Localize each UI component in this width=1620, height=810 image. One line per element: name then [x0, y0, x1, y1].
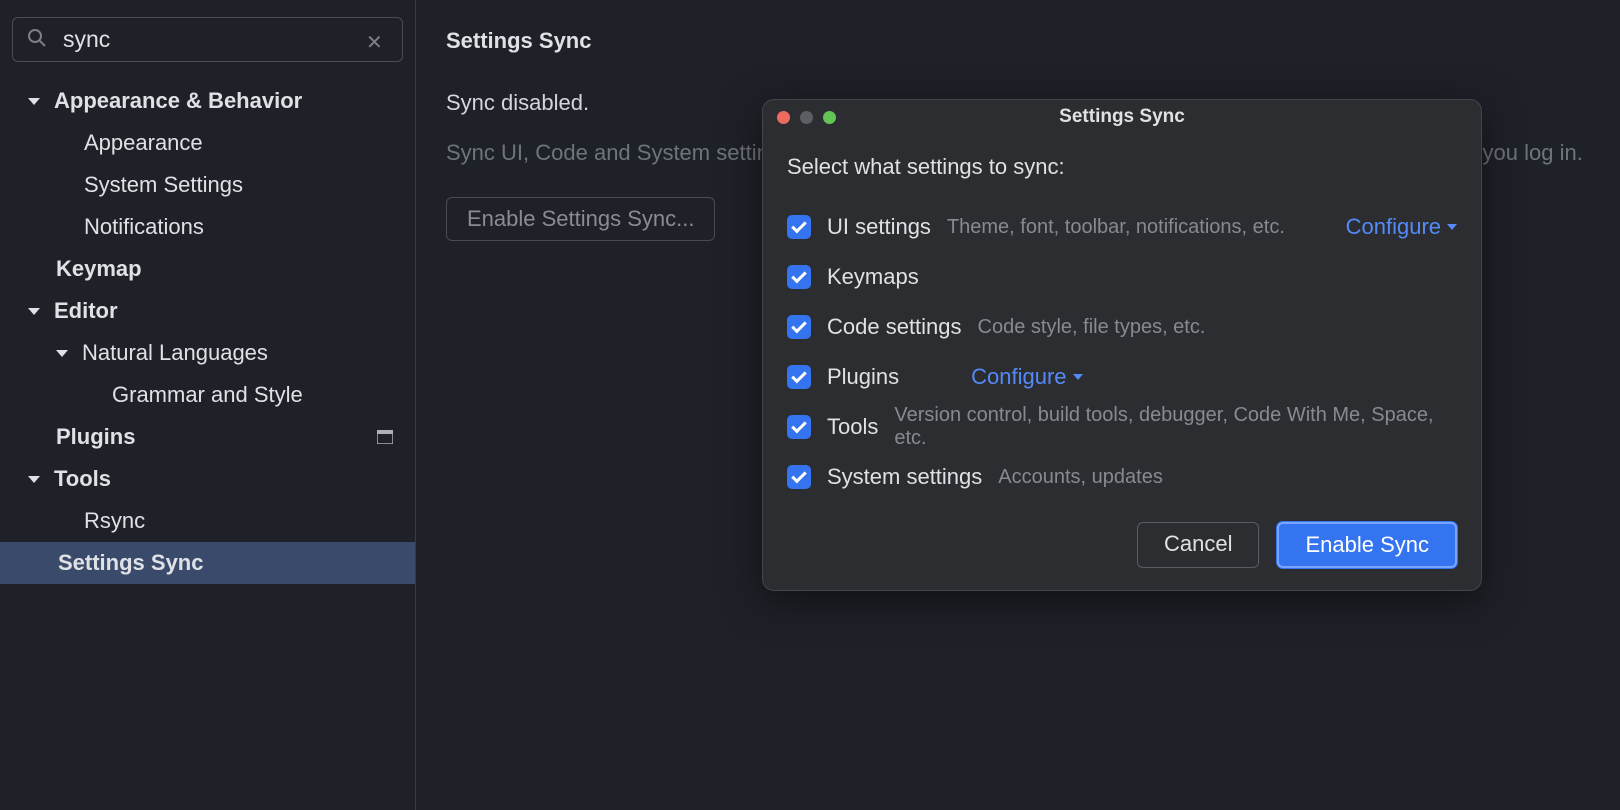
dialog-body: Select what settings to sync: UI setting…	[763, 134, 1481, 590]
sidebar-item-label: Plugins	[56, 424, 135, 450]
checkbox-label: Plugins	[827, 364, 899, 390]
configure-plugins-link[interactable]: Configure	[971, 364, 1082, 390]
chevron-down-icon	[28, 476, 40, 483]
project-icon	[377, 430, 393, 444]
checkbox-label: Code settings	[827, 314, 962, 340]
checkbox-hint: Theme, font, toolbar, notifications, etc…	[947, 216, 1285, 239]
check-icon	[791, 418, 807, 434]
check-icon	[791, 268, 807, 284]
sidebar-item-natural-languages[interactable]: Natural Languages	[0, 332, 415, 374]
dialog-title: Settings Sync	[763, 106, 1481, 128]
sidebar-item-label: Tools	[54, 466, 111, 492]
checkbox-tools[interactable]	[787, 415, 811, 439]
sidebar-item-label: Appearance	[84, 130, 203, 156]
clear-icon[interactable]: ✕	[366, 30, 383, 55]
checkbox-hint: Version control, build tools, debugger, …	[894, 404, 1457, 450]
dialog-footer: Cancel Enable Sync	[787, 502, 1457, 568]
checkbox-hint: Code style, file types, etc.	[978, 316, 1206, 339]
sidebar-item-appearance[interactable]: Appearance	[0, 122, 415, 164]
dialog-titlebar: Settings Sync	[763, 100, 1481, 134]
settings-sync-dialog: Settings Sync Select what settings to sy…	[762, 99, 1482, 591]
sidebar-item-system-settings[interactable]: System Settings	[0, 164, 415, 206]
sidebar-item-tools[interactable]: Tools	[0, 458, 415, 500]
check-icon	[791, 468, 807, 484]
search-icon	[27, 28, 47, 53]
checkbox-plugins[interactable]	[787, 365, 811, 389]
checkbox-label: System settings	[827, 464, 982, 490]
chevron-down-icon	[28, 98, 40, 105]
settings-sidebar: ✕ Appearance & Behavior Appearance Syste…	[0, 0, 416, 810]
sidebar-item-label: Settings Sync	[58, 550, 203, 576]
check-icon	[791, 218, 807, 234]
sidebar-item-rsync[interactable]: Rsync	[0, 500, 415, 542]
sidebar-item-label: System Settings	[84, 172, 243, 198]
checkbox-ui-settings[interactable]	[787, 215, 811, 239]
sync-option-keymaps: Keymaps	[787, 252, 1457, 302]
sidebar-item-label: Rsync	[84, 508, 145, 534]
checkbox-code-settings[interactable]	[787, 315, 811, 339]
sidebar-item-keymap[interactable]: Keymap	[0, 248, 415, 290]
checkbox-label: Tools	[827, 414, 878, 440]
checkbox-hint: Accounts, updates	[998, 466, 1163, 489]
check-icon	[791, 368, 807, 384]
sync-option-system-settings: System settings Accounts, updates	[787, 452, 1457, 502]
chevron-down-icon	[1447, 224, 1457, 230]
checkbox-system-settings[interactable]	[787, 465, 811, 489]
sidebar-item-label: Natural Languages	[82, 340, 268, 366]
dialog-instruction: Select what settings to sync:	[787, 154, 1457, 180]
sidebar-item-label: Editor	[54, 298, 118, 324]
sidebar-item-settings-sync[interactable]: Settings Sync	[0, 542, 415, 584]
sidebar-item-notifications[interactable]: Notifications	[0, 206, 415, 248]
sidebar-item-editor[interactable]: Editor	[0, 290, 415, 332]
sidebar-item-label: Appearance & Behavior	[54, 88, 302, 114]
sidebar-item-label: Grammar and Style	[112, 382, 303, 408]
sync-option-tools: Tools Version control, build tools, debu…	[787, 402, 1457, 452]
enable-sync-button[interactable]: Enable Sync	[1277, 522, 1457, 568]
chevron-down-icon	[56, 350, 68, 357]
sidebar-item-label: Keymap	[56, 256, 142, 282]
search-container: ✕	[0, 17, 415, 80]
sidebar-item-plugins[interactable]: Plugins	[0, 416, 415, 458]
enable-settings-sync-button[interactable]: Enable Settings Sync...	[446, 197, 715, 241]
page-title: Settings Sync	[446, 28, 1620, 54]
sync-option-code-settings: Code settings Code style, file types, et…	[787, 302, 1457, 352]
settings-tree: Appearance & Behavior Appearance System …	[0, 80, 415, 584]
sidebar-item-label: Notifications	[84, 214, 204, 240]
checkbox-keymaps[interactable]	[787, 265, 811, 289]
checkbox-label: Keymaps	[827, 264, 919, 290]
check-icon	[791, 318, 807, 334]
chevron-down-icon	[1073, 374, 1083, 380]
chevron-down-icon	[28, 308, 40, 315]
sidebar-item-grammar-style[interactable]: Grammar and Style	[0, 374, 415, 416]
cancel-button[interactable]: Cancel	[1137, 522, 1259, 568]
sync-option-plugins: Plugins Configure	[787, 352, 1457, 402]
sync-option-ui-settings: UI settings Theme, font, toolbar, notifi…	[787, 202, 1457, 252]
checkbox-label: UI settings	[827, 214, 931, 240]
sidebar-item-appearance-behavior[interactable]: Appearance & Behavior	[0, 80, 415, 122]
search-input[interactable]	[12, 17, 403, 62]
configure-ui-settings-link[interactable]: Configure	[1346, 214, 1457, 240]
